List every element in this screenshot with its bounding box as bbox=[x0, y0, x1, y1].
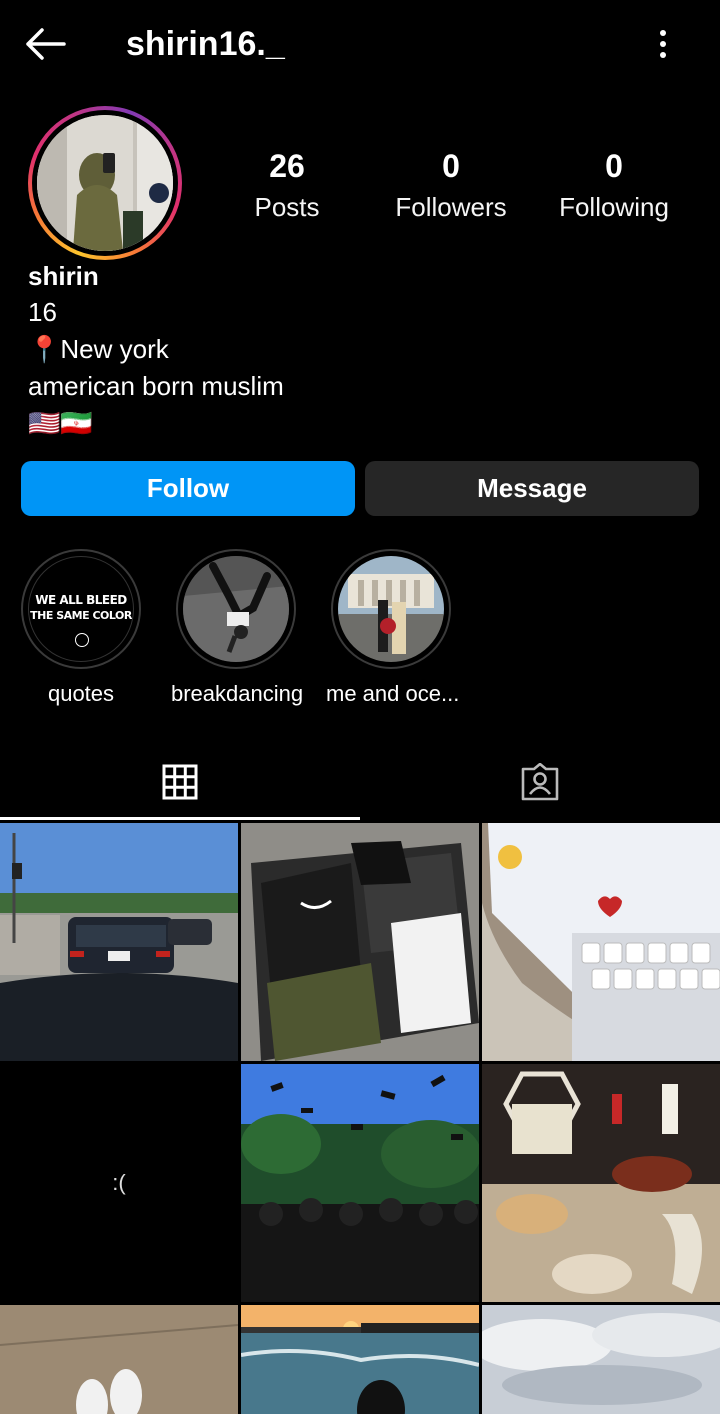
tab-posts-grid[interactable] bbox=[0, 745, 360, 819]
grid-post[interactable] bbox=[0, 823, 238, 1061]
vertical-dots-icon bbox=[660, 30, 666, 58]
highlight-cover-text: WE ALL BLEED bbox=[35, 593, 127, 607]
bio-age: 16 bbox=[28, 297, 57, 327]
circle-logo-icon bbox=[75, 633, 89, 647]
highlight-cover bbox=[183, 556, 289, 662]
grid-post[interactable] bbox=[241, 1064, 479, 1302]
grid-post[interactable] bbox=[482, 1064, 720, 1302]
stat-value: 0 bbox=[605, 148, 623, 184]
grid-post-text: :( bbox=[112, 1170, 126, 1195]
highlight-breakdancing[interactable]: breakdancing bbox=[171, 549, 304, 709]
posts-grid: :( bbox=[0, 823, 720, 1414]
stat-value: 0 bbox=[442, 148, 460, 184]
highlight-cover-text: THE SAME COLOR bbox=[30, 609, 132, 622]
tagged-person-icon bbox=[521, 763, 559, 801]
grid-post[interactable] bbox=[241, 823, 479, 1061]
stat-following[interactable]: 0 Following bbox=[529, 146, 699, 228]
message-button[interactable]: Message bbox=[365, 461, 699, 516]
bio-description: american born muslim bbox=[28, 371, 284, 401]
highlight-label: me and oce... bbox=[326, 681, 460, 706]
profile-avatar[interactable] bbox=[28, 106, 182, 260]
tab-tagged[interactable] bbox=[360, 745, 720, 819]
highlight-label: breakdancing bbox=[171, 681, 304, 706]
profile-username: shirin16._ bbox=[126, 25, 285, 63]
active-tab-indicator bbox=[0, 817, 360, 820]
top-bar: shirin16._ bbox=[0, 0, 720, 88]
more-options-button[interactable] bbox=[648, 22, 678, 66]
grid-icon bbox=[162, 764, 198, 800]
bio-display-name: shirin bbox=[28, 261, 99, 291]
bio-location: 📍New york bbox=[28, 334, 169, 364]
avatar-photo bbox=[37, 115, 173, 251]
highlight-me-and-oce[interactable]: me and oce... bbox=[326, 549, 460, 709]
stat-followers[interactable]: 0 Followers bbox=[366, 146, 536, 228]
highlight-cover bbox=[338, 556, 444, 662]
grid-post[interactable] bbox=[241, 1305, 479, 1414]
stat-posts[interactable]: 26 Posts bbox=[202, 146, 372, 228]
grid-post[interactable] bbox=[482, 1305, 720, 1414]
grid-post[interactable] bbox=[482, 823, 720, 1061]
back-button[interactable] bbox=[22, 22, 68, 66]
arrow-left-icon bbox=[26, 28, 66, 60]
grid-post[interactable] bbox=[0, 1305, 238, 1414]
stat-label: Following bbox=[559, 192, 669, 222]
bio-flags: 🇺🇸🇮🇷 bbox=[28, 408, 93, 438]
grid-post[interactable]: :( bbox=[0, 1064, 238, 1302]
stat-label: Posts bbox=[254, 192, 320, 222]
highlight-cover: WE ALL BLEED THE SAME COLOR bbox=[28, 556, 134, 662]
stat-label: Followers bbox=[395, 192, 507, 222]
highlight-label: quotes bbox=[47, 681, 115, 706]
follow-button[interactable]: Follow bbox=[21, 461, 355, 516]
highlight-quotes[interactable]: WE ALL BLEED THE SAME COLOR quotes bbox=[16, 549, 146, 709]
stat-value: 26 bbox=[269, 148, 305, 184]
